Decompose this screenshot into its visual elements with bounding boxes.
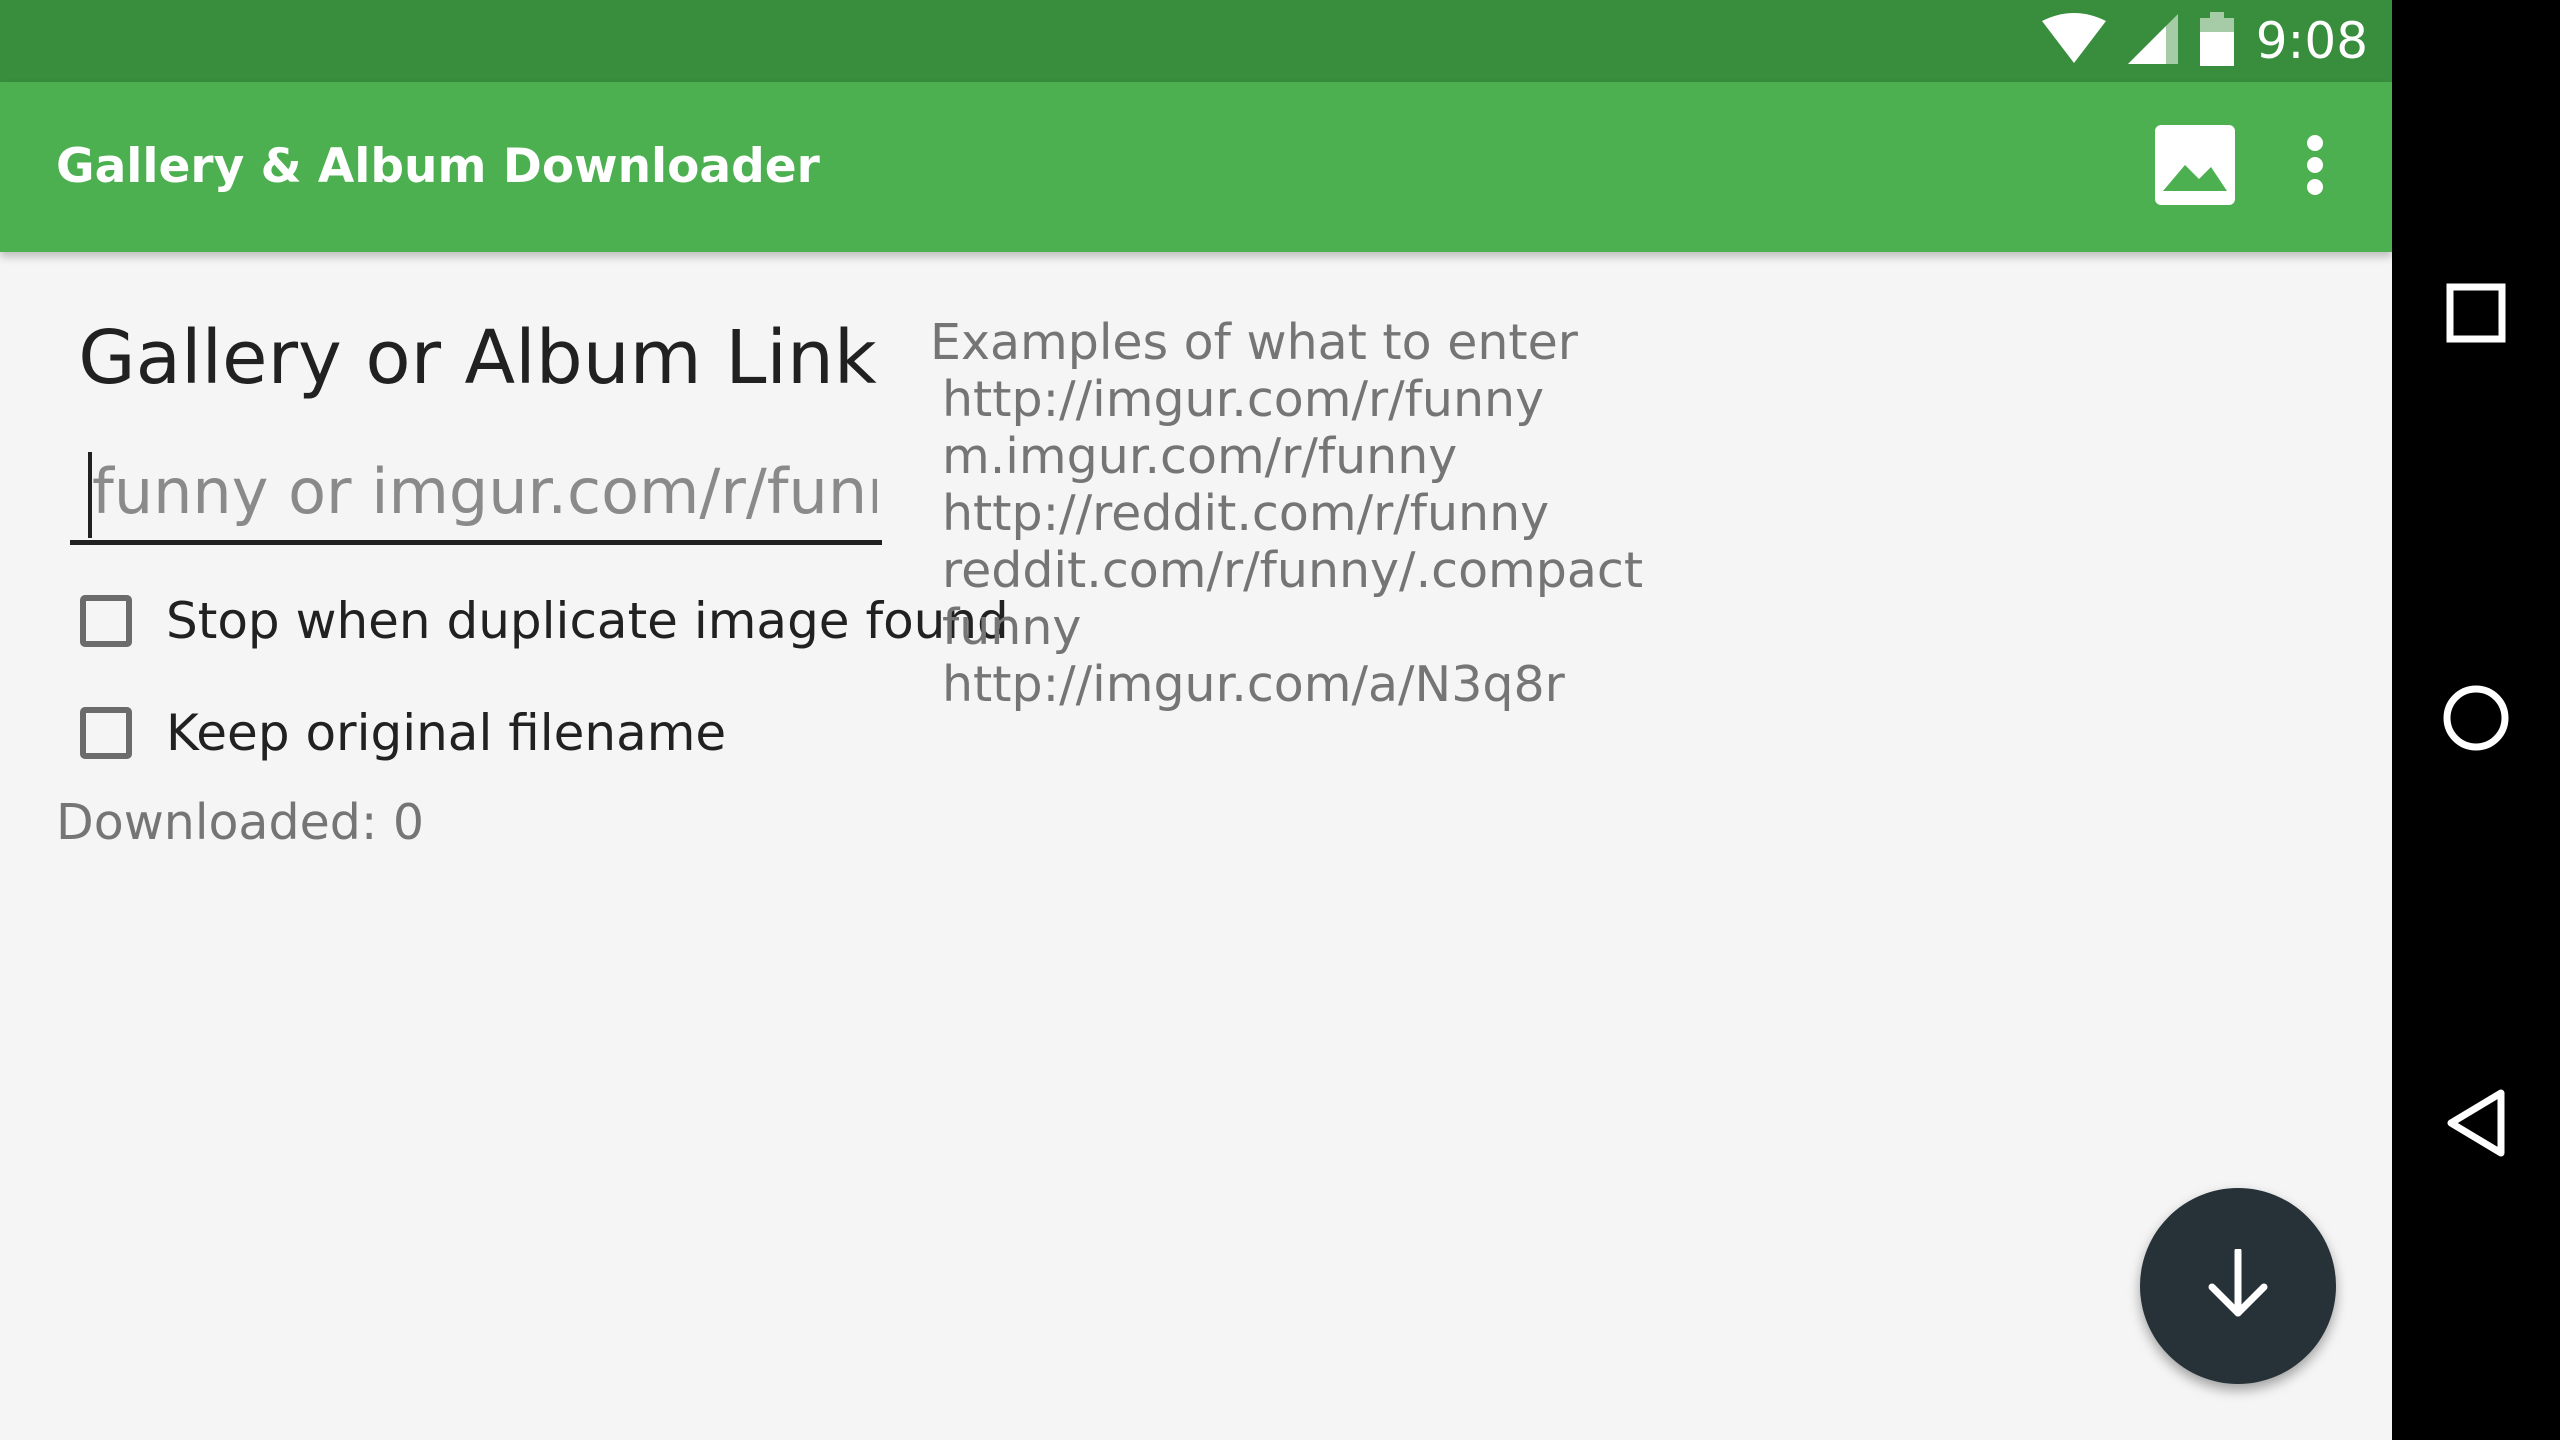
examples-list: http://imgur.com/r/funny m.imgur.com/r/f… [930, 371, 1643, 713]
example-item: http://reddit.com/r/funny [942, 485, 1550, 542]
gallery-icon [2155, 125, 2235, 209]
keep-filename-label: Keep original filename [166, 704, 727, 762]
link-input[interactable] [92, 446, 877, 536]
example-item: http://imgur.com/a/N3q8r [942, 656, 1565, 713]
keep-filename-option[interactable]: Keep original filename [80, 704, 726, 762]
overflow-menu-button[interactable] [2280, 122, 2350, 212]
app-title: Gallery & Album Downloader [56, 139, 820, 194]
example-item: m.imgur.com/r/funny [942, 428, 1458, 485]
stop-duplicate-label: Stop when duplicate image found [166, 592, 1009, 650]
example-item: http://imgur.com/r/funny [942, 371, 1545, 428]
back-triangle-icon [2445, 1088, 2507, 1162]
home-button[interactable] [2392, 640, 2560, 800]
battery-icon [2199, 12, 2234, 70]
status-icons: 9:08 [2041, 0, 2368, 82]
cell-signal-icon [2127, 14, 2178, 68]
download-fab[interactable] [2140, 1188, 2336, 1384]
navigation-bar [2392, 0, 2560, 1440]
link-input-container[interactable] [70, 432, 882, 545]
main-content: Gallery or Album Link Stop when duplicat… [0, 252, 2392, 1440]
home-circle-icon [2442, 684, 2510, 756]
recents-button[interactable] [2392, 235, 2560, 395]
example-item: reddit.com/r/funny/.compact [942, 542, 1644, 599]
status-time: 9:08 [2255, 12, 2368, 70]
wifi-icon [2041, 13, 2106, 69]
stop-duplicate-option[interactable]: Stop when duplicate image found [80, 592, 1009, 650]
recents-square-icon [2446, 283, 2506, 347]
status-bar: 9:08 [0, 0, 2392, 82]
app-bar: Gallery & Album Downloader [0, 82, 2392, 252]
overflow-menu-icon [2305, 134, 2325, 200]
keep-filename-checkbox[interactable] [80, 707, 132, 759]
examples-panel: Examples of what to enter http://imgur.c… [930, 314, 1643, 713]
example-item: funny [942, 599, 1082, 656]
examples-title: Examples of what to enter [930, 314, 1578, 371]
stop-duplicate-checkbox[interactable] [80, 595, 132, 647]
page-title: Gallery or Album Link [78, 315, 877, 401]
gallery-button[interactable] [2150, 122, 2240, 212]
arrow-down-icon [2206, 1247, 2270, 1323]
downloaded-count: Downloaded: 0 [56, 794, 425, 851]
back-button[interactable] [2392, 1045, 2560, 1205]
